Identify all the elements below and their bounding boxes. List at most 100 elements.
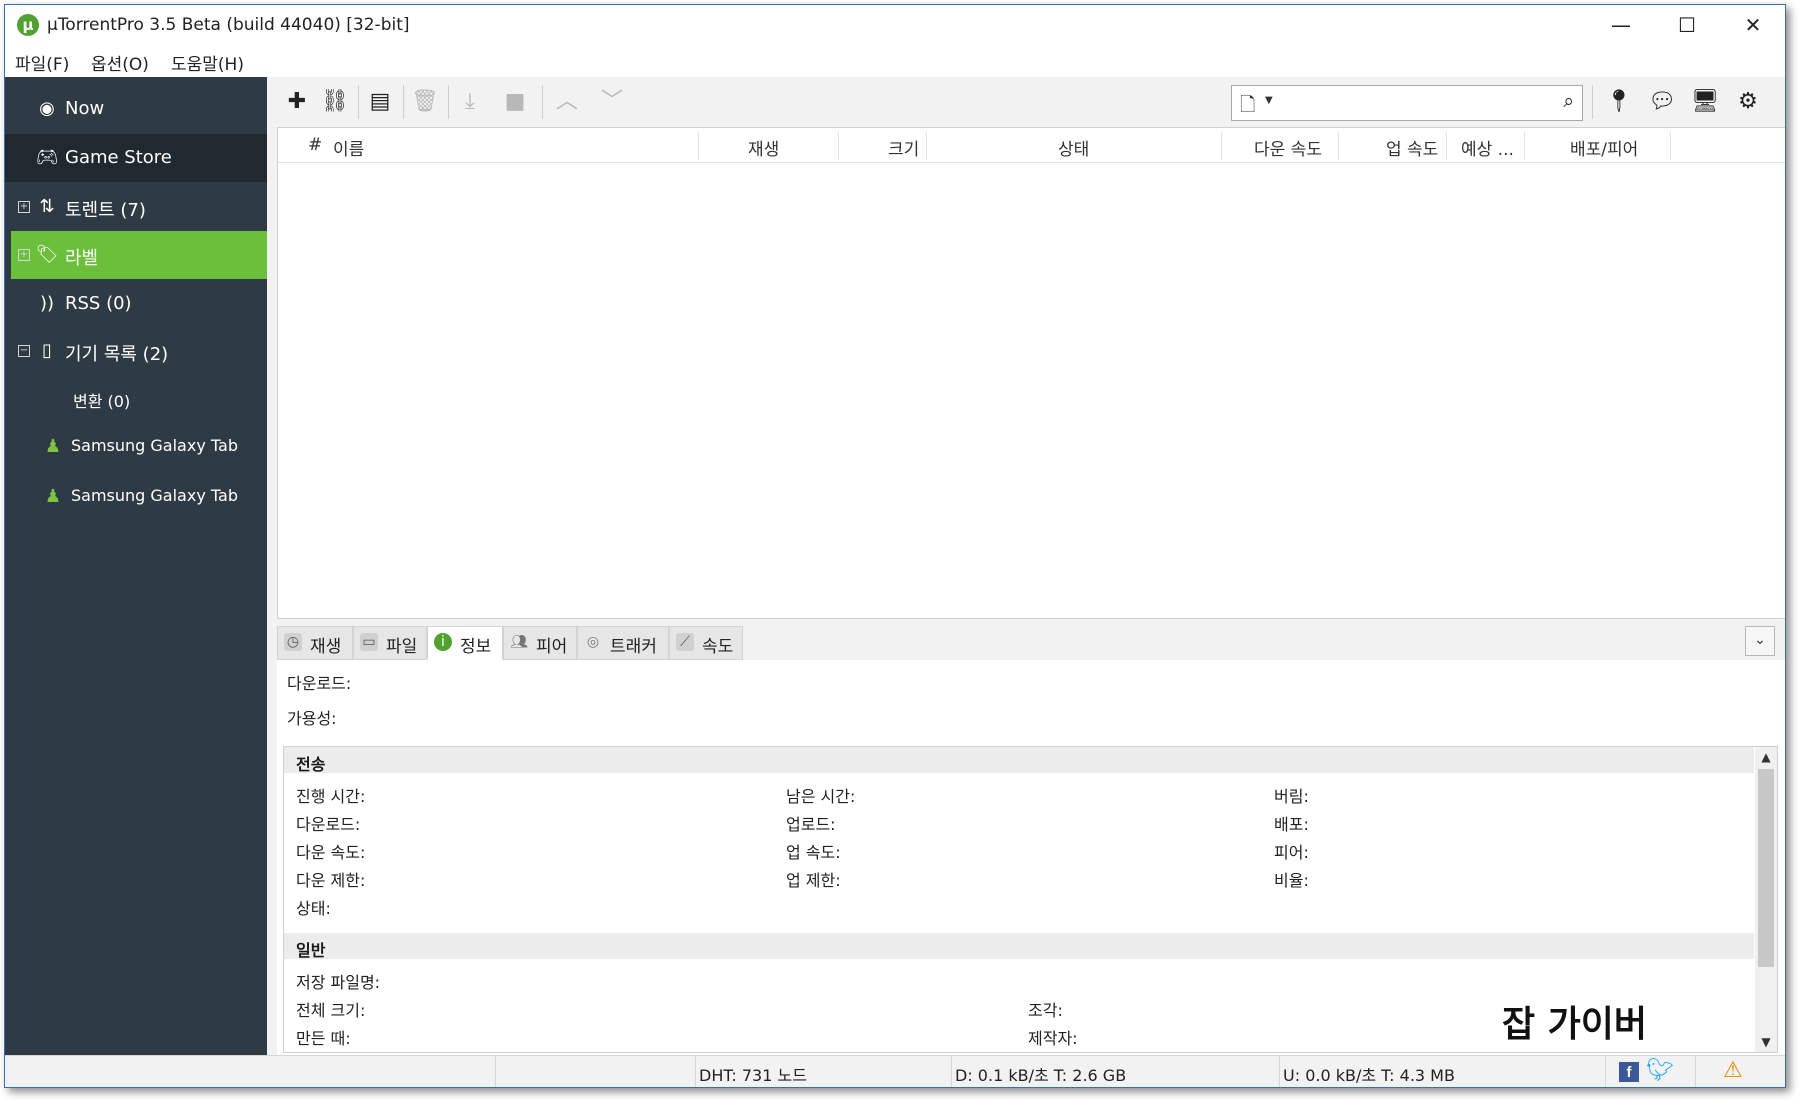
app-window: µ µTorrentPro 3.5 Beta (build 44040) [32… (4, 4, 1786, 1088)
sidebar-item-device-2[interactable]: ♟ Samsung Galaxy Tab (5, 473, 267, 521)
create-torrent-icon[interactable]: ▤ (365, 87, 395, 117)
scroll-thumb[interactable] (1758, 769, 1774, 967)
folder-icon: ▭ (360, 633, 378, 651)
sidebar-item-now[interactable]: ◉ Now (5, 85, 267, 133)
add-torrent-icon[interactable]: ✚ (282, 87, 312, 117)
gamepad-icon: 🎮︎ (35, 147, 59, 168)
warning-icon[interactable]: ⚠ (1723, 1058, 1743, 1083)
document-icon[interactable]: 🗋 (1240, 91, 1255, 123)
upload-speed-label: 업 속도: (786, 843, 841, 862)
facebook-icon[interactable]: f (1619, 1062, 1639, 1082)
sidebar-item-device-1[interactable]: ♟ Samsung Galaxy Tab (5, 423, 267, 471)
monitor-icon[interactable]: 🖥︎ (1690, 87, 1720, 117)
column-number[interactable]: # (308, 135, 322, 155)
column-divider[interactable] (1338, 132, 1339, 160)
twitter-icon[interactable]: 🐦︎ (1646, 1058, 1674, 1083)
torrent-table[interactable]: # 이름 재생 크기 상태 다운 속도 업 속도 예상 ... 배포/피어 (277, 127, 1785, 619)
details-scrollbar[interactable]: ▲ ▼ (1755, 747, 1777, 1052)
scroll-up-icon[interactable]: ▲ (1755, 747, 1777, 767)
expand-icon[interactable]: + (18, 249, 30, 261)
created-by-label: 제작자: (1028, 1029, 1078, 1048)
total-size-label: 전체 크기: (296, 1001, 366, 1020)
minimize-button[interactable]: — (1595, 9, 1647, 41)
download-icon[interactable]: ⤓ (455, 87, 485, 117)
remove-icon[interactable]: 🗑︎ (410, 87, 440, 117)
search-box: 🗋 ▼ ⌕ (1231, 85, 1583, 121)
chat-icon[interactable]: 💬︎ (1647, 87, 1677, 117)
download-status[interactable]: D: 0.1 kB/초 T: 2.6 GB (955, 1062, 1126, 1086)
tab-peers[interactable]: 👥︎ 피어 (503, 626, 577, 660)
section-title: 일반 (296, 941, 326, 960)
watermark-title: 잡 가이버 (1502, 1004, 1648, 1045)
tracker-icon: ◎ (586, 634, 600, 650)
ratio-label: 비율: (1274, 871, 1309, 890)
column-play[interactable]: 재생 (748, 135, 779, 160)
status-label: 상태: (296, 899, 331, 918)
stop-icon[interactable]: ■ (500, 87, 530, 117)
toolbar-divider (403, 85, 404, 119)
menu-help[interactable]: 도움말(H) (171, 50, 244, 75)
downloaded-label: 다운로드: (296, 815, 361, 834)
move-down-icon[interactable]: ﹀ (597, 87, 627, 117)
move-up-icon[interactable]: ︿ (552, 87, 582, 117)
collapse-icon[interactable]: − (18, 345, 30, 357)
sidebar-item-torrents[interactable]: + ⇅ 토렌트 (7) (5, 183, 267, 231)
search-input[interactable] (1284, 90, 1538, 116)
column-divider[interactable] (838, 132, 839, 160)
column-divider[interactable] (1221, 132, 1222, 160)
column-divider[interactable] (1524, 132, 1525, 160)
maximize-button[interactable]: ☐ (1661, 9, 1713, 41)
tab-info[interactable]: i 정보 (427, 626, 503, 660)
column-status[interactable]: 상태 (1058, 135, 1089, 160)
tab-play[interactable]: ◷ 재생 (277, 626, 353, 660)
column-divider[interactable] (1446, 132, 1447, 160)
close-button[interactable]: ✕ (1727, 9, 1779, 41)
phone-icon: ▯ (42, 340, 52, 361)
column-divider[interactable] (926, 132, 927, 160)
download-speed-label: 다운 속도: (296, 843, 366, 862)
seeds-label: 배포: (1274, 815, 1309, 834)
window-title: µTorrentPro 3.5 Beta (build 44040) [32-b… (47, 15, 410, 35)
download-limit-label: 다운 제한: (296, 871, 366, 890)
column-name[interactable]: 이름 (333, 135, 364, 160)
column-divider[interactable] (1670, 132, 1671, 160)
status-divider (495, 1056, 496, 1087)
add-url-icon[interactable]: ⛓ (320, 87, 350, 117)
tab-trackers[interactable]: ◎ 트래커 (577, 626, 669, 660)
sidebar-item-game-store[interactable]: 🎮︎ Game Store (5, 134, 267, 182)
column-divider[interactable] (698, 132, 699, 160)
sidebar-item-label: RSS (0) (65, 293, 132, 314)
status-divider (951, 1056, 952, 1087)
chevron-down-icon[interactable]: ▼ (1265, 95, 1273, 106)
gear-icon[interactable]: ⚙ (1733, 87, 1763, 117)
tab-label: 정보 (460, 637, 492, 657)
created-on-label: 만든 때: (296, 1029, 351, 1048)
tab-speed[interactable]: ⟋ 속도 (669, 626, 743, 660)
collapse-panel-button[interactable]: ⌄ (1745, 626, 1775, 656)
sidebar-item-rss[interactable]: )) RSS (0) (5, 280, 267, 328)
column-down-speed[interactable]: 다운 속도 (1254, 135, 1322, 160)
menu-file[interactable]: 파일(F) (15, 50, 69, 75)
sidebar-item-label: Samsung Galaxy Tab (71, 486, 238, 505)
sidebar-item-label: Samsung Galaxy Tab (71, 436, 238, 455)
scroll-down-icon[interactable]: ▼ (1755, 1032, 1777, 1052)
sidebar-item-convert[interactable]: 변환 (0) (5, 375, 267, 423)
info-icon: i (434, 633, 452, 651)
expand-icon[interactable]: + (18, 201, 30, 213)
search-icon[interactable]: ⌕ (1563, 90, 1574, 112)
tab-label: 속도 (702, 637, 734, 657)
menu-bar: 파일(F) 옵션(O) 도움말(H) (5, 45, 1785, 77)
column-up-speed[interactable]: 업 속도 (1386, 135, 1438, 160)
remote-pin-icon[interactable]: 📍︎ (1604, 87, 1634, 117)
status-divider (695, 1056, 696, 1087)
column-size[interactable]: 크기 (888, 135, 919, 160)
sidebar: ◉ Now 🎮︎ Game Store + ⇅ 토렌트 (7) + 🏷︎ 라벨 … (5, 77, 267, 1055)
tab-files[interactable]: ▭ 파일 (353, 626, 427, 660)
dht-status[interactable]: DHT: 731 노드 (699, 1062, 807, 1086)
menu-options[interactable]: 옵션(O) (91, 50, 149, 75)
sidebar-item-labels[interactable]: + 🏷︎ 라벨 (11, 231, 267, 279)
column-eta[interactable]: 예상 ... (1461, 135, 1514, 160)
column-seeds-peers[interactable]: 배포/피어 (1570, 135, 1638, 160)
sidebar-item-devices[interactable]: − ▯ 기기 목록 (2) (5, 327, 267, 375)
upload-status[interactable]: U: 0.0 kB/초 T: 4.3 MB (1283, 1062, 1455, 1086)
